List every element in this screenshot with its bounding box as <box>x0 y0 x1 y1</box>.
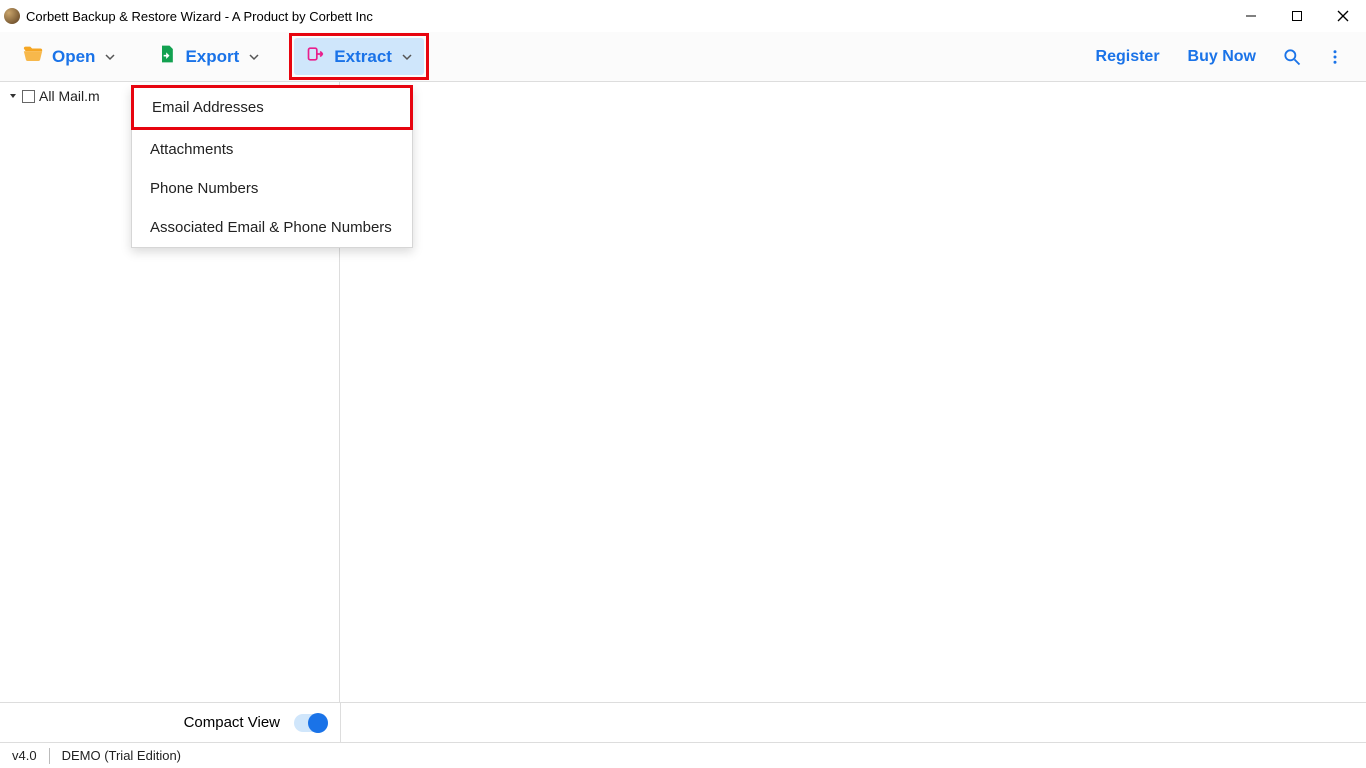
chevron-down-icon <box>249 47 259 67</box>
chevron-down-icon <box>402 47 412 67</box>
window-controls <box>1228 0 1366 32</box>
compact-view-bar: Compact View <box>0 702 1366 742</box>
tree-checkbox[interactable] <box>22 90 35 103</box>
close-button[interactable] <box>1320 0 1366 32</box>
minimize-icon <box>1245 10 1257 22</box>
edition-label: DEMO (Trial Edition) <box>62 748 181 763</box>
extract-dropdown: Email Addresses Attachments Phone Number… <box>131 86 413 248</box>
extract-menu-phone-numbers[interactable]: Phone Numbers <box>132 169 412 208</box>
search-icon <box>1282 47 1302 67</box>
window-title: Corbett Backup & Restore Wizard - A Prod… <box>26 9 373 24</box>
search-button[interactable] <box>1270 41 1314 73</box>
more-menu-button[interactable] <box>1314 41 1356 73</box>
register-link[interactable]: Register <box>1082 42 1174 72</box>
tree-expand-icon[interactable] <box>8 91 18 101</box>
status-bar: v4.0 DEMO (Trial Edition) <box>0 742 1366 768</box>
toolbar: Open Export Extract Register Buy Now <box>0 32 1366 82</box>
export-label: Export <box>185 47 239 67</box>
file-export-icon <box>157 43 177 70</box>
folder-open-icon <box>22 43 44 70</box>
compact-view-toggle[interactable] <box>294 714 328 732</box>
extract-button[interactable]: Extract <box>294 38 424 75</box>
maximize-icon <box>1291 10 1303 22</box>
compact-view-label: Compact View <box>184 714 280 731</box>
minimize-button[interactable] <box>1228 0 1274 32</box>
extract-menu-associated[interactable]: Associated Email & Phone Numbers <box>132 208 412 247</box>
chevron-down-icon <box>105 47 115 67</box>
extract-label: Extract <box>334 47 392 67</box>
tree-node-label: All Mail.m <box>39 88 100 104</box>
open-label: Open <box>52 47 95 67</box>
kebab-icon <box>1326 47 1344 67</box>
export-button[interactable]: Export <box>145 37 271 76</box>
extract-highlight: Extract <box>289 33 429 80</box>
app-icon <box>4 8 20 24</box>
maximize-button[interactable] <box>1274 0 1320 32</box>
version-label: v4.0 <box>12 748 37 763</box>
extract-menu-email-addresses[interactable]: Email Addresses <box>131 85 413 130</box>
extract-menu-attachments[interactable]: Attachments <box>132 130 412 169</box>
content-area <box>340 82 1366 702</box>
buy-now-link[interactable]: Buy Now <box>1174 42 1270 72</box>
open-button[interactable]: Open <box>10 37 127 76</box>
close-icon <box>1337 10 1349 22</box>
titlebar: Corbett Backup & Restore Wizard - A Prod… <box>0 0 1366 32</box>
extract-icon <box>306 44 326 69</box>
